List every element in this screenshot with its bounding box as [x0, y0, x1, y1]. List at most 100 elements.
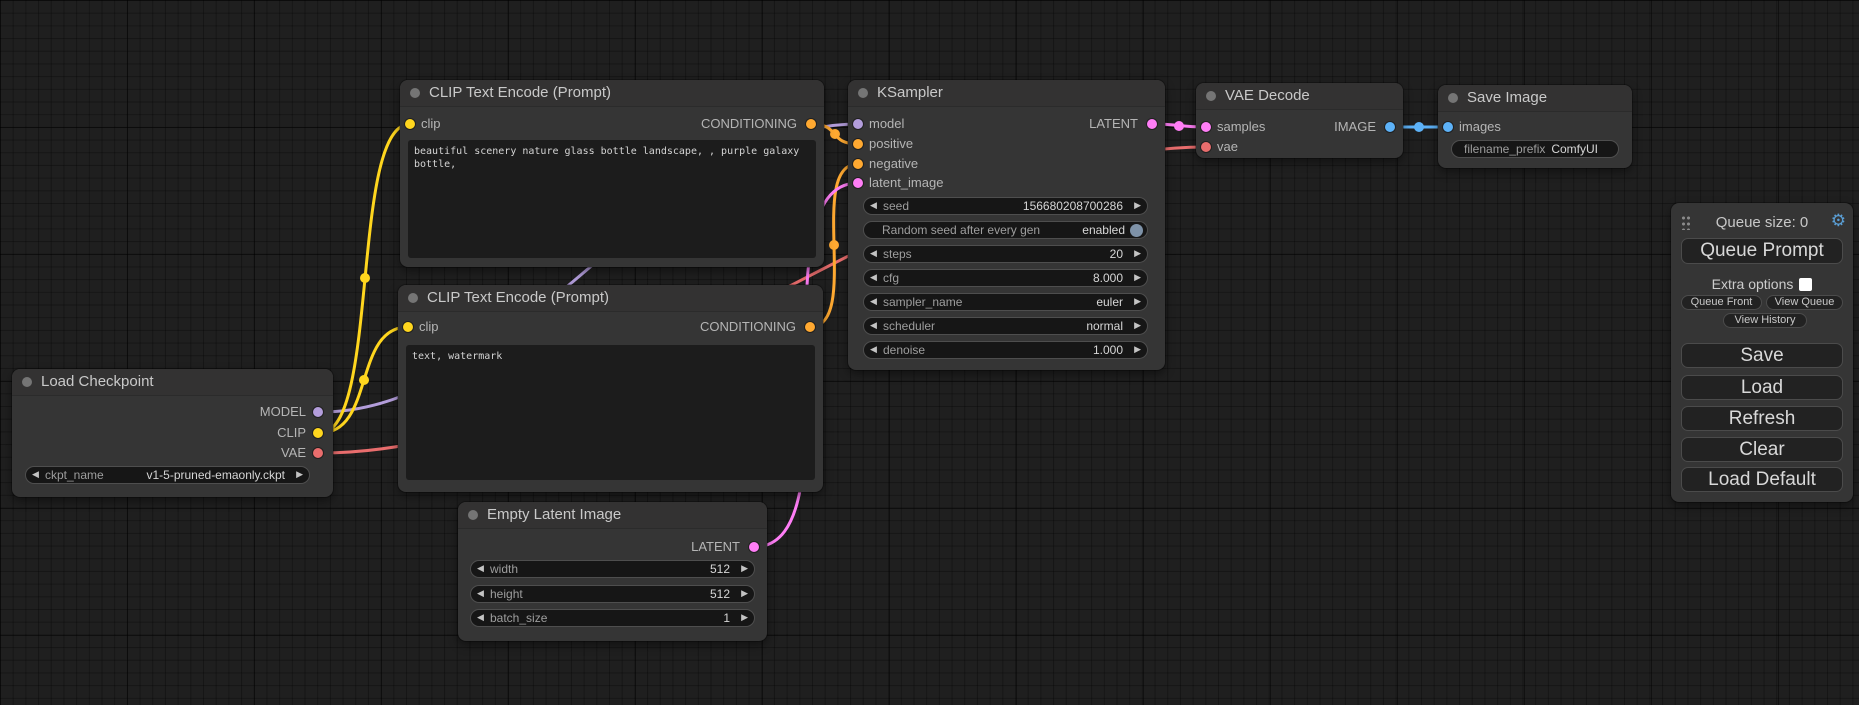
- collapse-dot-icon[interactable]: [858, 88, 868, 98]
- node-empty-latent-image[interactable]: Empty Latent Image LATENT ◀ width 512 ▶ …: [458, 502, 767, 641]
- node-title-bar[interactable]: Save Image: [1438, 85, 1632, 112]
- decrement-icon[interactable]: ◀: [870, 318, 883, 334]
- extra-options-checkbox[interactable]: [1799, 278, 1812, 291]
- cfg-widget[interactable]: ◀ cfg 8.000 ▶: [863, 269, 1148, 287]
- node-title-bar[interactable]: Load Checkpoint: [12, 369, 333, 396]
- ckpt-name-widget[interactable]: ◀ ckpt_name v1-5-pruned-emaonly.ckpt ▶: [25, 466, 310, 484]
- link-dot-latent[interactable]: [1174, 121, 1184, 131]
- collapse-dot-icon[interactable]: [1206, 91, 1216, 101]
- increment-icon[interactable]: ▶: [1128, 342, 1141, 358]
- node-title-bar[interactable]: KSampler: [848, 80, 1165, 107]
- decrement-icon[interactable]: ◀: [870, 342, 883, 358]
- increment-icon[interactable]: ▶: [1128, 246, 1141, 262]
- vae-output-slot[interactable]: [313, 448, 323, 458]
- increment-icon[interactable]: ▶: [735, 610, 748, 626]
- node-load-checkpoint[interactable]: Load Checkpoint MODEL CLIP VAE ◀ ckpt_na…: [12, 369, 333, 497]
- negative-prompt-textarea[interactable]: text, watermark: [406, 345, 815, 480]
- latent-image-input-slot[interactable]: [853, 178, 863, 188]
- positive-input-slot[interactable]: [853, 139, 863, 149]
- save-button[interactable]: Save: [1681, 343, 1843, 368]
- model-input-slot[interactable]: [853, 119, 863, 129]
- link-dot-conditioning-positive[interactable]: [830, 129, 840, 139]
- clip-input-slot[interactable]: [403, 322, 413, 332]
- images-input-slot[interactable]: [1443, 122, 1453, 132]
- random-seed-toggle-widget[interactable]: Random seed after every gen enabled: [863, 221, 1148, 239]
- denoise-widget[interactable]: ◀ denoise 1.000 ▶: [863, 341, 1148, 359]
- queue-prompt-button[interactable]: Queue Prompt: [1681, 238, 1843, 264]
- filename-prefix-widget[interactable]: filename_prefix ComfyUI: [1451, 140, 1619, 158]
- latent-output-slot[interactable]: [749, 542, 759, 552]
- sampler-name-widget[interactable]: ◀ sampler_name euler ▶: [863, 293, 1148, 311]
- view-queue-button[interactable]: View Queue: [1766, 295, 1843, 310]
- vae-input-slot[interactable]: [1201, 142, 1211, 152]
- steps-widget[interactable]: ◀ steps 20 ▶: [863, 245, 1148, 263]
- collapse-dot-icon[interactable]: [1448, 93, 1458, 103]
- conditioning-output-slot[interactable]: [806, 119, 816, 129]
- clip-input-slot[interactable]: [405, 119, 415, 129]
- node-vae-decode[interactable]: VAE Decode samples vae IMAGE: [1196, 83, 1403, 158]
- height-widget[interactable]: ◀ height 512 ▶: [470, 585, 755, 603]
- clip-output-slot[interactable]: [313, 428, 323, 438]
- link-dot-clip-positive[interactable]: [360, 273, 370, 283]
- image-output-slot[interactable]: [1385, 122, 1395, 132]
- node-title: Empty Latent Image: [487, 506, 621, 523]
- node-title: CLIP Text Encode (Prompt): [429, 84, 611, 101]
- decrement-icon[interactable]: ◀: [477, 610, 490, 626]
- model-output-slot[interactable]: [313, 407, 323, 417]
- decrement-icon[interactable]: ◀: [870, 246, 883, 262]
- increment-icon[interactable]: ▶: [735, 561, 748, 577]
- clear-button[interactable]: Clear: [1681, 437, 1843, 462]
- view-history-button[interactable]: View History: [1723, 313, 1807, 328]
- collapse-dot-icon[interactable]: [408, 293, 418, 303]
- input-label-images: images: [1459, 119, 1501, 135]
- node-title-bar[interactable]: CLIP Text Encode (Prompt): [400, 80, 824, 107]
- negative-input-slot[interactable]: [853, 159, 863, 169]
- latent-output-slot[interactable]: [1147, 119, 1157, 129]
- decrement-icon[interactable]: ◀: [32, 467, 45, 483]
- settings-gear-icon[interactable]: ⚙: [1831, 211, 1846, 231]
- node-clip-text-encode-negative[interactable]: CLIP Text Encode (Prompt) clip CONDITION…: [398, 285, 823, 492]
- toggle-knob-icon[interactable]: [1130, 224, 1143, 237]
- node-title: VAE Decode: [1225, 87, 1310, 104]
- decrement-icon[interactable]: ◀: [870, 294, 883, 310]
- link-dot-clip-negative[interactable]: [359, 375, 369, 385]
- batch-size-widget[interactable]: ◀ batch_size 1 ▶: [470, 609, 755, 627]
- widget-value: 20: [1110, 247, 1128, 261]
- input-label-vae: vae: [1217, 139, 1238, 155]
- positive-prompt-textarea[interactable]: beautiful scenery nature glass bottle la…: [408, 140, 816, 258]
- link-dot-conditioning-negative[interactable]: [829, 240, 839, 250]
- widget-label: width: [490, 562, 518, 576]
- decrement-icon[interactable]: ◀: [477, 586, 490, 602]
- widget-value: ComfyUI: [1551, 142, 1606, 156]
- samples-input-slot[interactable]: [1201, 122, 1211, 132]
- collapse-dot-icon[interactable]: [468, 510, 478, 520]
- decrement-icon[interactable]: ◀: [870, 198, 883, 214]
- load-button[interactable]: Load: [1681, 375, 1843, 400]
- increment-icon[interactable]: ▶: [1128, 198, 1141, 214]
- increment-icon[interactable]: ▶: [1128, 270, 1141, 286]
- node-title-bar[interactable]: Empty Latent Image: [458, 502, 767, 529]
- increment-icon[interactable]: ▶: [290, 467, 303, 483]
- node-title: CLIP Text Encode (Prompt): [427, 289, 609, 306]
- scheduler-widget[interactable]: ◀ scheduler normal ▶: [863, 317, 1148, 335]
- conditioning-output-slot[interactable]: [805, 322, 815, 332]
- refresh-button[interactable]: Refresh: [1681, 406, 1843, 431]
- queue-front-button[interactable]: Queue Front: [1681, 295, 1762, 310]
- node-title-bar[interactable]: CLIP Text Encode (Prompt): [398, 285, 823, 312]
- node-clip-text-encode-positive[interactable]: CLIP Text Encode (Prompt) clip CONDITION…: [400, 80, 824, 267]
- increment-icon[interactable]: ▶: [1128, 294, 1141, 310]
- seed-widget[interactable]: ◀ seed 156680208700286 ▶: [863, 197, 1148, 215]
- node-save-image[interactable]: Save Image images filename_prefix ComfyU…: [1438, 85, 1632, 168]
- decrement-icon[interactable]: ◀: [477, 561, 490, 577]
- increment-icon[interactable]: ▶: [1128, 318, 1141, 334]
- load-default-button[interactable]: Load Default: [1681, 467, 1843, 492]
- collapse-dot-icon[interactable]: [410, 88, 420, 98]
- node-title-bar[interactable]: VAE Decode: [1196, 83, 1403, 110]
- input-label-clip: clip: [419, 319, 439, 335]
- collapse-dot-icon[interactable]: [22, 377, 32, 387]
- link-dot-image[interactable]: [1414, 122, 1424, 132]
- node-ksampler[interactable]: KSampler model positive negative latent_…: [848, 80, 1165, 370]
- decrement-icon[interactable]: ◀: [870, 270, 883, 286]
- increment-icon[interactable]: ▶: [735, 586, 748, 602]
- width-widget[interactable]: ◀ width 512 ▶: [470, 560, 755, 578]
